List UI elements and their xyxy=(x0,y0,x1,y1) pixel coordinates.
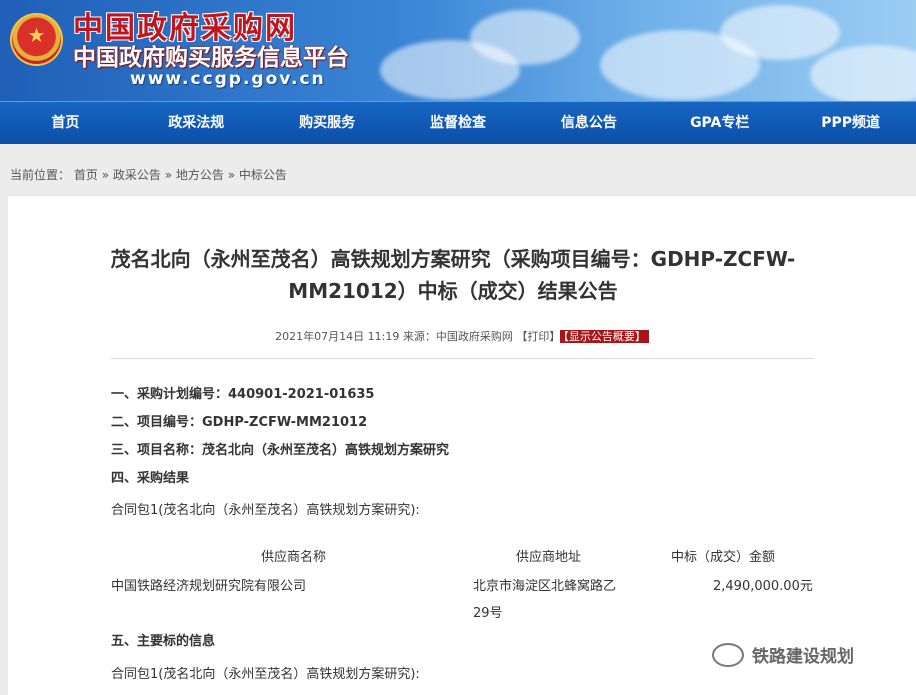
article-title: 茂名北向（永州至茂名）高铁规划方案研究（采购项目编号：GDHP-ZCFW- MM… xyxy=(38,243,868,307)
show-summary-button[interactable]: 【显示公告概要】 xyxy=(560,330,649,343)
breadcrumb-home-link[interactable]: 首页 xyxy=(74,168,98,182)
breadcrumb-separator: » xyxy=(101,168,110,182)
nav-item-supervision[interactable]: 监督检查 xyxy=(393,102,524,144)
breadcrumb-separator: » xyxy=(164,168,173,182)
nav-item-purchase-services[interactable]: 购买服务 xyxy=(262,102,393,144)
article-title-line: 茂名北向（永州至茂名）高铁规划方案研究（采购项目编号：GDHP-ZCFW- xyxy=(110,247,796,271)
project-number: 二、项目编号：GDHP-ZCFW-MM21012 xyxy=(111,415,368,430)
site-banner: ★ 中国政府采购网 中国政府购买服务信息平台 www.ccgp.gov.cn xyxy=(0,0,916,101)
table-header-supplier-address: 供应商地址 xyxy=(516,550,582,565)
nav-item-ppp[interactable]: PPP频道 xyxy=(785,102,916,144)
site-subtitle: 中国政府购买服务信息平台 xyxy=(73,45,349,71)
breadcrumb-announcements-link[interactable]: 政采公告 xyxy=(113,168,161,182)
breadcrumb: 当前位置： 首页 » 政采公告 » 地方公告 » 中标公告 xyxy=(10,167,287,183)
article-panel: 茂名北向（永州至茂名）高铁规划方案研究（采购项目编号：GDHP-ZCFW- MM… xyxy=(8,195,916,695)
table-header-award-amount: 中标（成交）金额 xyxy=(671,550,776,565)
cloud-decoration xyxy=(720,5,840,60)
site-url: www.ccgp.gov.cn xyxy=(130,69,326,89)
breadcrumb-prefix: 当前位置： xyxy=(10,168,71,182)
contract-package-label: 合同包1(茂名北向（永州至茂名）高铁规划方案研究): xyxy=(111,667,420,682)
breadcrumb-local-link[interactable]: 地方公告 xyxy=(176,168,224,182)
cloud-decoration xyxy=(810,45,916,101)
divider xyxy=(111,358,814,359)
wechat-icon xyxy=(712,642,744,667)
table-header-supplier-name: 供应商名称 xyxy=(261,550,327,565)
nav-item-gpa[interactable]: GPA专栏 xyxy=(654,102,785,144)
watermark-text: 铁路建设规划 xyxy=(752,647,854,667)
nav-item-announcements[interactable]: 信息公告 xyxy=(523,102,654,144)
article-meta: 2021年07月14日 11:19 来源：中国政府采购网 【打印】 【显示公告概要… xyxy=(8,329,916,345)
contract-package-label: 合同包1(茂名北向（永州至茂名）高铁规划方案研究): xyxy=(111,503,420,518)
section-heading-results: 四、采购结果 xyxy=(111,471,190,486)
cloud-decoration xyxy=(470,10,580,65)
nav-item-home[interactable]: 首页 xyxy=(0,102,131,144)
article-title-line: MM21012）中标（成交）结果公告 xyxy=(288,279,618,303)
wechat-watermark: 铁路建设规划 xyxy=(712,642,854,667)
project-name: 三、项目名称：茂名北向（永州至茂名）高铁规划方案研究 xyxy=(111,443,450,458)
breadcrumb-separator: » xyxy=(227,168,236,182)
site-title: 中国政府采购网 xyxy=(73,11,297,46)
breadcrumb-award-link[interactable]: 中标公告 xyxy=(239,168,287,182)
table-cell-award-amount: 2,490,000.00元 xyxy=(713,579,813,594)
nav-item-regulations[interactable]: 政采法规 xyxy=(131,102,262,144)
article-meta-text[interactable]: 2021年07月14日 11:19 来源：中国政府采购网 【打印】 xyxy=(275,330,560,343)
national-emblem-icon: ★ xyxy=(10,13,63,66)
table-cell-supplier-address: 北京市海淀区北蜂窝路乙 xyxy=(473,579,617,594)
section-heading-main-items: 五、主要标的信息 xyxy=(111,634,216,649)
table-cell-supplier-address-cont: 29号 xyxy=(473,606,503,621)
procurement-plan-number: 一、采购计划编号：440901-2021-01635 xyxy=(111,387,375,402)
main-nav: 首页 政采法规 购买服务 监督检查 信息公告 GPA专栏 PPP频道 xyxy=(0,101,916,144)
table-cell-supplier-name: 中国铁路经济规划研究院有限公司 xyxy=(111,579,307,594)
